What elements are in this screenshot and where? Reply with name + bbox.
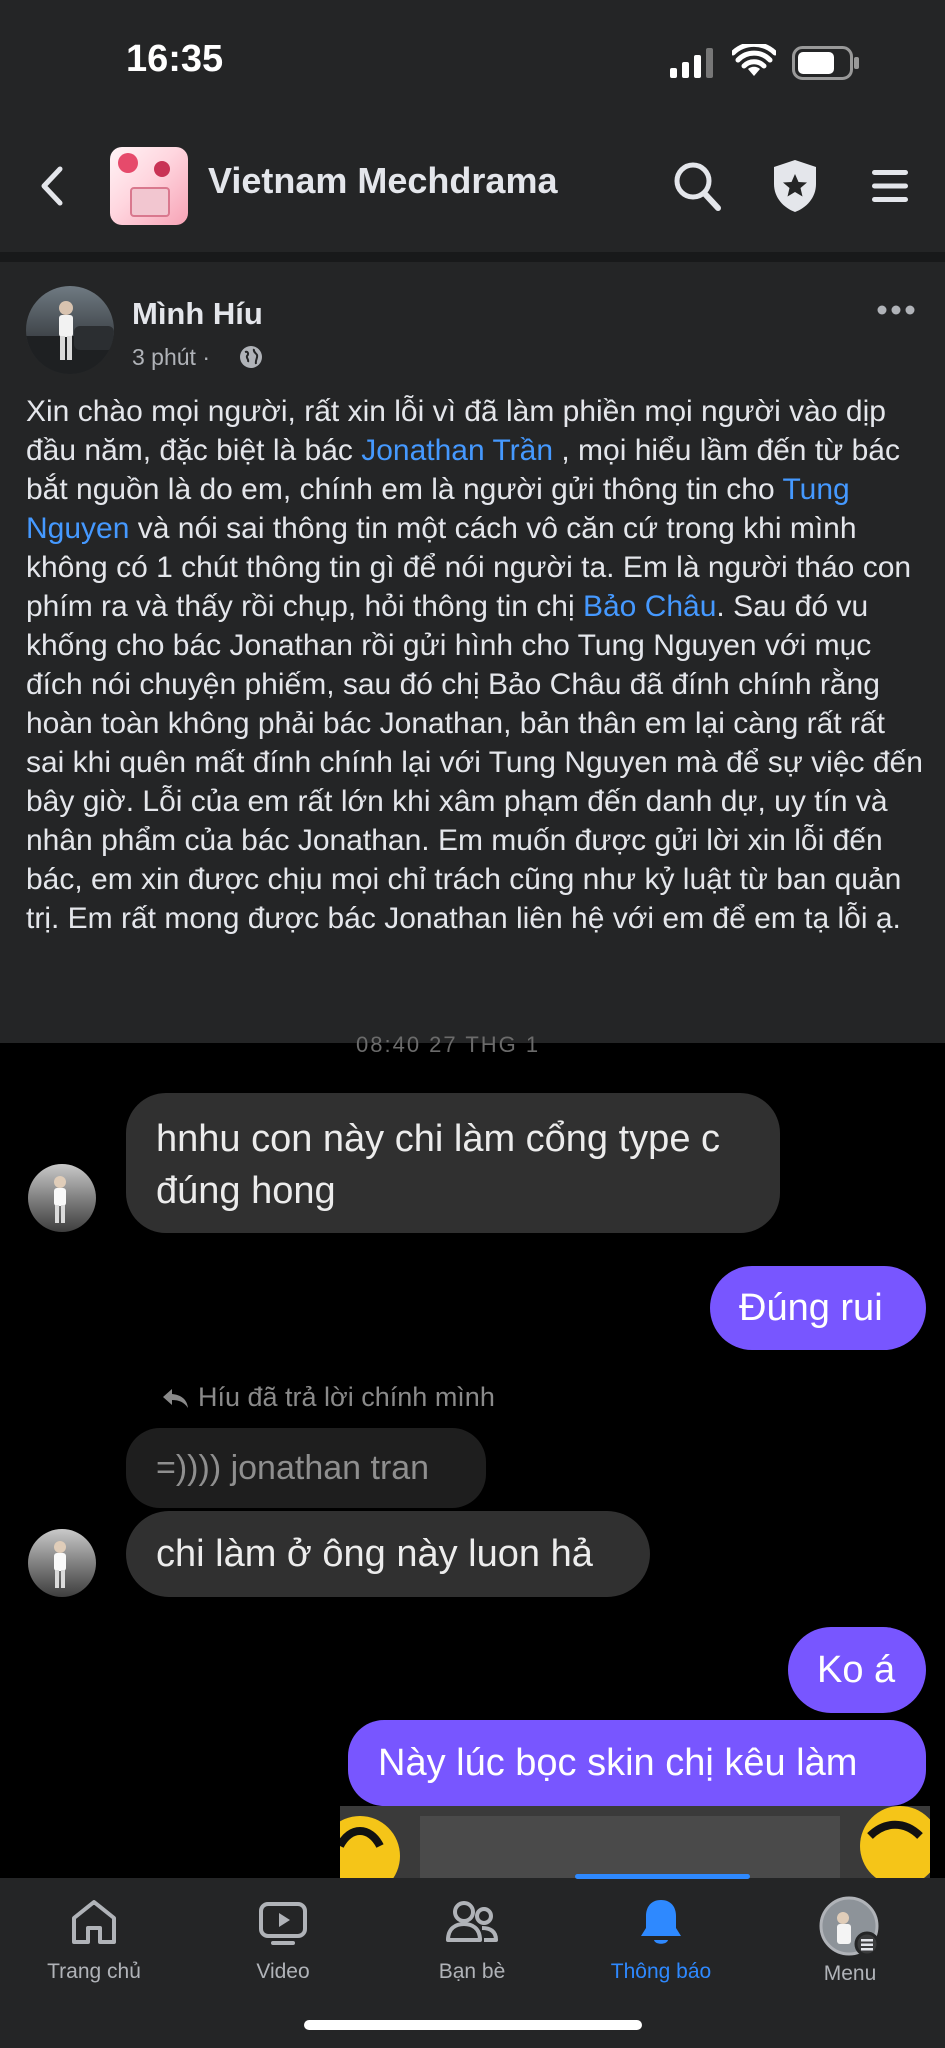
outgoing-message-bubble: Ko á <box>788 1627 926 1713</box>
outgoing-message-bubble: Đúng rui <box>710 1266 926 1350</box>
cellular-signal-icon <box>670 48 713 78</box>
more-options-icon[interactable] <box>876 300 916 320</box>
menu-hamburger-icon[interactable] <box>870 166 910 206</box>
nav-friends-label: Bạn bè <box>438 1960 506 1983</box>
chat-avatar <box>28 1164 96 1232</box>
nav-friends[interactable]: Bạn bè <box>402 1896 542 1984</box>
meta-separator: · <box>202 344 211 370</box>
chat-cut-timestamp: 08:40 27 THG 1 <box>356 1032 541 1057</box>
home-icon <box>72 1900 116 1944</box>
nav-video-label: Video <box>256 1960 310 1983</box>
quoted-message: =)))) jonathan tran <box>126 1428 486 1508</box>
nav-notifications[interactable]: Thông báo <box>591 1896 731 1984</box>
status-time: 16:35 <box>126 38 224 80</box>
back-arrow-icon[interactable] <box>36 165 68 207</box>
mention-jonathan-tran[interactable]: Jonathan Trần <box>361 434 553 467</box>
post-time: 3 phút <box>132 344 196 370</box>
home-indicator <box>304 2020 642 2030</box>
nav-menu[interactable]: Menu <box>780 1896 920 1986</box>
reply-context-label: Híu đã trả lời chính mình <box>198 1382 495 1412</box>
nav-home-label: Trang chủ <box>47 1960 141 1983</box>
group-cover-thumbnail[interactable] <box>110 147 188 225</box>
search-icon[interactable] <box>672 160 722 212</box>
globe-privacy-icon <box>240 346 262 368</box>
post-timestamp[interactable]: 3 phút · <box>132 344 210 371</box>
nav-menu-label: Menu <box>823 1962 877 1985</box>
incoming-message-bubble: chi làm ở ông này luon hả <box>126 1511 650 1597</box>
active-tab-indicator <box>575 1874 750 1879</box>
nav-notifications-label: Thông báo <box>610 1960 712 1983</box>
video-icon <box>259 1902 307 1945</box>
nav-home[interactable]: Trang chủ <box>24 1896 164 1984</box>
bell-icon <box>641 1900 681 1944</box>
admin-shield-icon[interactable] <box>770 158 820 214</box>
chat-avatar <box>28 1529 96 1597</box>
profile-avatar-icon <box>819 1896 880 1957</box>
header-divider <box>0 252 945 262</box>
group-title[interactable]: Vietnam Mechdrama <box>208 160 557 202</box>
mention-bao-chau[interactable]: Bảo Châu <box>583 590 716 623</box>
post-body: Xin chào mọi người, rất xin lỗi vì đã là… <box>26 392 926 938</box>
friends-icon <box>446 1901 498 1942</box>
battery-icon <box>792 46 859 80</box>
author-avatar[interactable] <box>26 286 114 374</box>
outgoing-message-bubble: Này lúc bọc skin chị kêu làm <box>348 1720 926 1806</box>
incoming-message-bubble: hnhu con này chi làm cổng type c đúng ho… <box>126 1093 780 1233</box>
nav-video[interactable]: Video <box>213 1896 353 1984</box>
post-author-name[interactable]: Mình Híu <box>132 296 263 332</box>
post-text-segment: . Sau đó vu khống cho bác Jonathan rồi g… <box>26 590 923 935</box>
wifi-icon <box>732 44 776 76</box>
reply-arrow-icon <box>163 1389 188 1408</box>
